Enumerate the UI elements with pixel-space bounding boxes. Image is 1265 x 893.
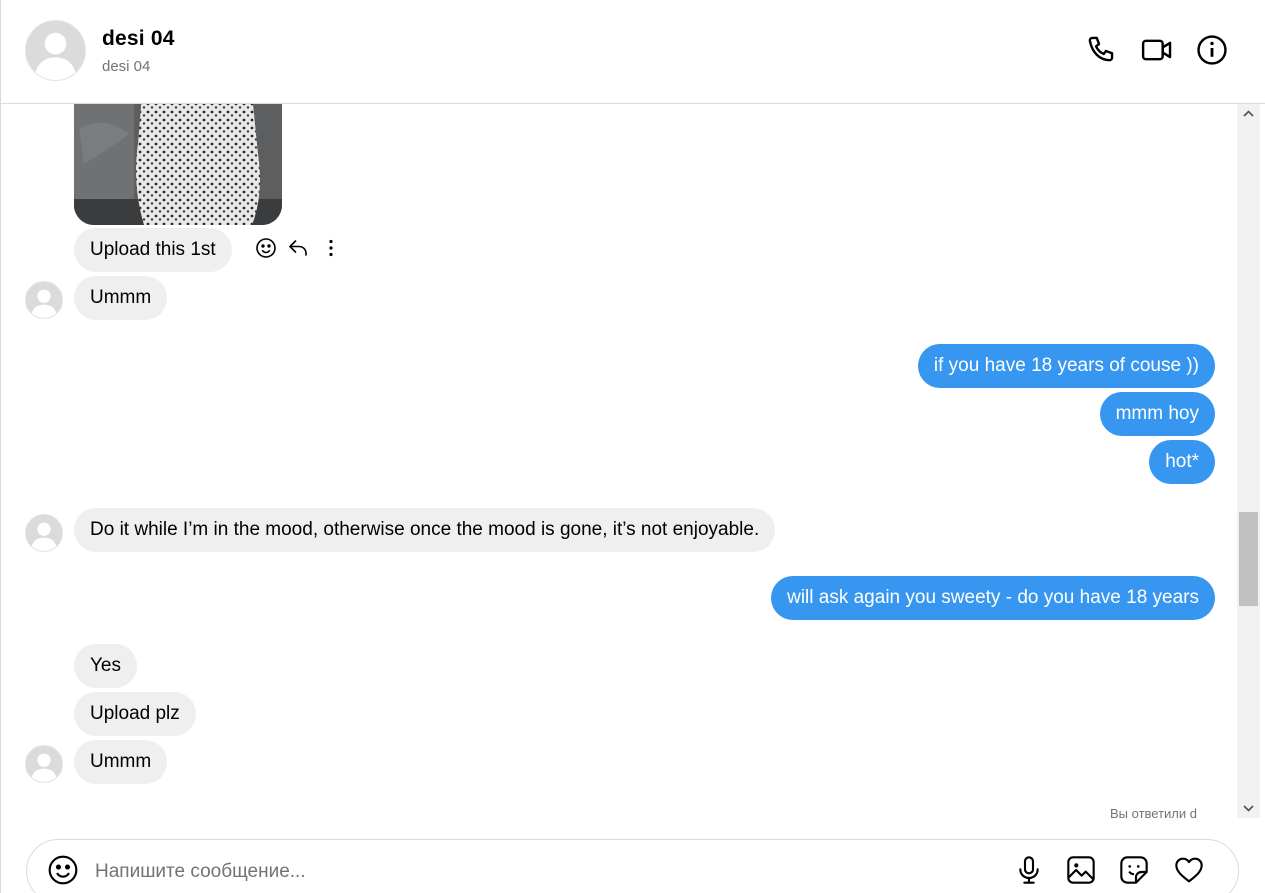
sender-avatar[interactable] xyxy=(25,281,63,319)
incoming-message[interactable]: Ummm xyxy=(74,276,168,320)
thread-scrollbar[interactable] xyxy=(1237,104,1260,818)
heart-icon[interactable] xyxy=(1173,854,1205,886)
incoming-message[interactable]: Upload this 1st xyxy=(74,228,232,272)
message-thread[interactable]: Upload this 1st Ummm if you have 18 year… xyxy=(1,104,1237,818)
outgoing-message[interactable]: if you have 18 years of couse )) xyxy=(917,344,1215,388)
default-avatar-icon xyxy=(26,746,62,782)
sender-avatar[interactable] xyxy=(25,745,63,783)
reply-status-text: Вы ответили d xyxy=(1110,806,1197,818)
outgoing-message[interactable]: mmm hoy xyxy=(1099,392,1215,436)
direct-message-window: desi 04 desi 04 Upload this 1st Ummm if … xyxy=(0,0,1265,893)
scroll-up-arrow-icon[interactable] xyxy=(1237,104,1260,124)
phone-icon[interactable] xyxy=(1085,33,1119,67)
message-composer xyxy=(26,839,1239,893)
default-avatar-icon xyxy=(26,282,62,318)
video-camera-icon[interactable] xyxy=(1140,33,1174,67)
contact-username: desi 04 xyxy=(102,58,151,75)
incoming-message[interactable]: Yes xyxy=(74,644,137,688)
sticker-icon[interactable] xyxy=(1118,854,1150,886)
emoji-icon[interactable] xyxy=(47,854,79,886)
reply-arrow-icon[interactable] xyxy=(286,236,310,260)
outgoing-message[interactable]: will ask again you sweety - do you have … xyxy=(771,576,1215,620)
outgoing-message[interactable]: hot* xyxy=(1149,440,1215,484)
scrollbar-thumb[interactable] xyxy=(1239,512,1258,606)
info-icon[interactable] xyxy=(1195,33,1229,67)
default-avatar-icon xyxy=(26,515,62,551)
microphone-icon[interactable] xyxy=(1013,854,1045,886)
image-icon[interactable] xyxy=(1065,854,1097,886)
smiley-react-icon[interactable] xyxy=(254,236,278,260)
incoming-message[interactable]: Ummm xyxy=(74,740,168,784)
sender-avatar[interactable] xyxy=(25,514,63,552)
contact-name[interactable]: desi 04 xyxy=(102,27,175,51)
more-dots-icon[interactable] xyxy=(319,236,343,260)
default-avatar-icon xyxy=(26,21,85,80)
contact-avatar[interactable] xyxy=(25,20,86,81)
shared-photo[interactable] xyxy=(74,104,282,225)
incoming-message[interactable]: Do it while I’m in the mood, otherwise o… xyxy=(74,508,776,552)
shared-photo-image xyxy=(74,104,282,225)
conversation-header: desi 04 desi 04 xyxy=(1,0,1265,104)
incoming-message[interactable]: Upload plz xyxy=(74,692,196,736)
scroll-down-arrow-icon[interactable] xyxy=(1237,798,1260,818)
message-input[interactable] xyxy=(95,854,975,890)
